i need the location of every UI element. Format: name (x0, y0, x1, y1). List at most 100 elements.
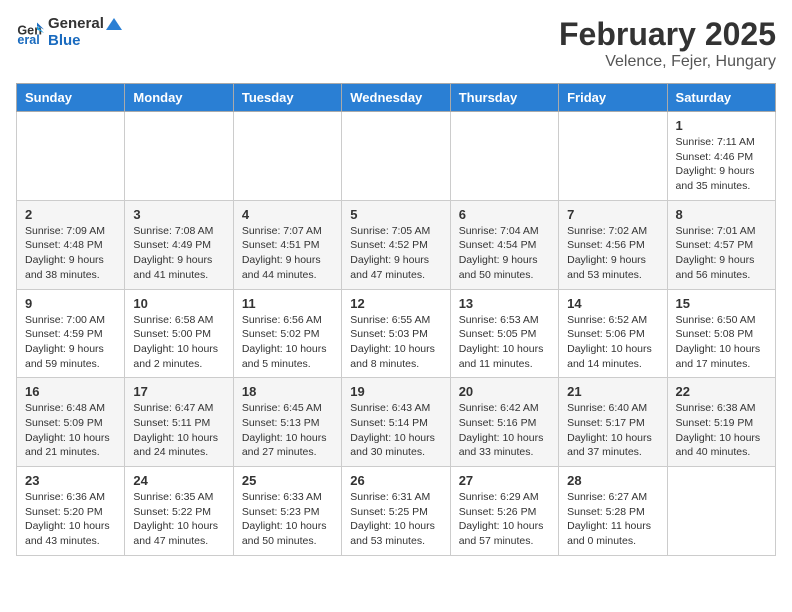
calendar-cell (667, 467, 775, 556)
svg-text:eral: eral (17, 33, 39, 47)
calendar-table: SundayMondayTuesdayWednesdayThursdayFrid… (16, 83, 776, 556)
day-info: Sunrise: 6:36 AM Sunset: 5:20 PM Dayligh… (25, 490, 116, 549)
day-number: 6 (459, 207, 550, 222)
day-info: Sunrise: 6:35 AM Sunset: 5:22 PM Dayligh… (133, 490, 224, 549)
calendar-cell: 24 Sunrise: 6:35 AM Sunset: 5:22 PM Dayli… (125, 467, 233, 556)
calendar-cell: 17 Sunrise: 6:47 AM Sunset: 5:11 PM Dayli… (125, 378, 233, 467)
day-info: Sunrise: 6:56 AM Sunset: 5:02 PM Dayligh… (242, 313, 333, 372)
day-number: 11 (242, 296, 333, 311)
day-info: Sunrise: 6:38 AM Sunset: 5:19 PM Dayligh… (676, 401, 767, 460)
calendar-cell: 26 Sunrise: 6:31 AM Sunset: 5:25 PM Dayli… (342, 467, 450, 556)
day-number: 20 (459, 384, 550, 399)
day-info: Sunrise: 7:08 AM Sunset: 4:49 PM Dayligh… (133, 224, 224, 283)
day-info: Sunrise: 6:45 AM Sunset: 5:13 PM Dayligh… (242, 401, 333, 460)
day-info: Sunrise: 6:42 AM Sunset: 5:16 PM Dayligh… (459, 401, 550, 460)
calendar-week-3: 9 Sunrise: 7:00 AM Sunset: 4:59 PM Daylig… (17, 289, 776, 378)
title-area: February 2025 Velence, Fejer, Hungary (559, 16, 776, 71)
weekday-header-tuesday: Tuesday (233, 84, 341, 112)
day-number: 10 (133, 296, 224, 311)
calendar-cell: 19 Sunrise: 6:43 AM Sunset: 5:14 PM Dayli… (342, 378, 450, 467)
day-number: 8 (676, 207, 767, 222)
day-number: 21 (567, 384, 658, 399)
day-info: Sunrise: 6:58 AM Sunset: 5:00 PM Dayligh… (133, 313, 224, 372)
day-info: Sunrise: 6:27 AM Sunset: 5:28 PM Dayligh… (567, 490, 658, 549)
day-info: Sunrise: 7:01 AM Sunset: 4:57 PM Dayligh… (676, 224, 767, 283)
day-number: 9 (25, 296, 116, 311)
calendar-week-1: 1 Sunrise: 7:11 AM Sunset: 4:46 PM Daylig… (17, 112, 776, 201)
calendar-cell: 25 Sunrise: 6:33 AM Sunset: 5:23 PM Dayli… (233, 467, 341, 556)
day-number: 18 (242, 384, 333, 399)
day-info: Sunrise: 6:52 AM Sunset: 5:06 PM Dayligh… (567, 313, 658, 372)
calendar-cell: 6 Sunrise: 7:04 AM Sunset: 4:54 PM Daylig… (450, 200, 558, 289)
calendar-cell: 12 Sunrise: 6:55 AM Sunset: 5:03 PM Dayli… (342, 289, 450, 378)
day-number: 2 (25, 207, 116, 222)
calendar-cell: 20 Sunrise: 6:42 AM Sunset: 5:16 PM Dayli… (450, 378, 558, 467)
calendar-cell: 3 Sunrise: 7:08 AM Sunset: 4:49 PM Daylig… (125, 200, 233, 289)
day-number: 1 (676, 118, 767, 133)
day-number: 15 (676, 296, 767, 311)
calendar-cell: 9 Sunrise: 7:00 AM Sunset: 4:59 PM Daylig… (17, 289, 125, 378)
day-info: Sunrise: 6:48 AM Sunset: 5:09 PM Dayligh… (25, 401, 116, 460)
calendar-cell (125, 112, 233, 201)
day-number: 25 (242, 473, 333, 488)
calendar-cell: 28 Sunrise: 6:27 AM Sunset: 5:28 PM Dayli… (559, 467, 667, 556)
logo-line2: Blue (48, 33, 124, 50)
day-number: 27 (459, 473, 550, 488)
day-number: 14 (567, 296, 658, 311)
weekday-header-saturday: Saturday (667, 84, 775, 112)
day-number: 28 (567, 473, 658, 488)
calendar-cell: 16Sunrise: 6:48 AM Sunset: 5:09 PM Dayli… (17, 378, 125, 467)
calendar-cell: 18 Sunrise: 6:45 AM Sunset: 5:13 PM Dayli… (233, 378, 341, 467)
calendar-week-4: 16Sunrise: 6:48 AM Sunset: 5:09 PM Dayli… (17, 378, 776, 467)
day-info: Sunrise: 7:09 AM Sunset: 4:48 PM Dayligh… (25, 224, 116, 283)
day-info: Sunrise: 6:29 AM Sunset: 5:26 PM Dayligh… (459, 490, 550, 549)
calendar-cell: 11 Sunrise: 6:56 AM Sunset: 5:02 PM Dayli… (233, 289, 341, 378)
location-subtitle: Velence, Fejer, Hungary (559, 53, 776, 71)
page-header: Gen eral General Blue February 2025 Vele… (16, 16, 776, 71)
day-number: 3 (133, 207, 224, 222)
weekday-header-sunday: Sunday (17, 84, 125, 112)
calendar-cell: 4 Sunrise: 7:07 AM Sunset: 4:51 PM Daylig… (233, 200, 341, 289)
logo: Gen eral General Blue (16, 16, 124, 49)
calendar-cell: 2 Sunrise: 7:09 AM Sunset: 4:48 PM Daylig… (17, 200, 125, 289)
calendar-cell: 10 Sunrise: 6:58 AM Sunset: 5:00 PM Dayli… (125, 289, 233, 378)
day-number: 22 (676, 384, 767, 399)
calendar-cell: 5 Sunrise: 7:05 AM Sunset: 4:52 PM Daylig… (342, 200, 450, 289)
calendar-week-5: 23 Sunrise: 6:36 AM Sunset: 5:20 PM Dayli… (17, 467, 776, 556)
calendar-week-2: 2 Sunrise: 7:09 AM Sunset: 4:48 PM Daylig… (17, 200, 776, 289)
calendar-cell (233, 112, 341, 201)
day-info: Sunrise: 6:53 AM Sunset: 5:05 PM Dayligh… (459, 313, 550, 372)
logo-line1: General (48, 16, 124, 33)
day-info: Sunrise: 6:55 AM Sunset: 5:03 PM Dayligh… (350, 313, 441, 372)
day-info: Sunrise: 6:31 AM Sunset: 5:25 PM Dayligh… (350, 490, 441, 549)
calendar-cell: 14 Sunrise: 6:52 AM Sunset: 5:06 PM Dayli… (559, 289, 667, 378)
day-number: 12 (350, 296, 441, 311)
calendar-cell: 13Sunrise: 6:53 AM Sunset: 5:05 PM Dayli… (450, 289, 558, 378)
calendar-cell: 7Sunrise: 7:02 AM Sunset: 4:56 PM Daylig… (559, 200, 667, 289)
day-info: Sunrise: 7:11 AM Sunset: 4:46 PM Dayligh… (676, 135, 767, 194)
day-number: 5 (350, 207, 441, 222)
month-title: February 2025 (559, 16, 776, 53)
day-number: 24 (133, 473, 224, 488)
day-info: Sunrise: 6:33 AM Sunset: 5:23 PM Dayligh… (242, 490, 333, 549)
day-info: Sunrise: 7:04 AM Sunset: 4:54 PM Dayligh… (459, 224, 550, 283)
calendar-cell: 21Sunrise: 6:40 AM Sunset: 5:17 PM Dayli… (559, 378, 667, 467)
weekday-header-monday: Monday (125, 84, 233, 112)
day-info: Sunrise: 7:05 AM Sunset: 4:52 PM Dayligh… (350, 224, 441, 283)
calendar-cell: 22 Sunrise: 6:38 AM Sunset: 5:19 PM Dayli… (667, 378, 775, 467)
calendar-cell: 15Sunrise: 6:50 AM Sunset: 5:08 PM Dayli… (667, 289, 775, 378)
weekday-header-thursday: Thursday (450, 84, 558, 112)
day-number: 19 (350, 384, 441, 399)
weekday-header-friday: Friday (559, 84, 667, 112)
weekday-header-wednesday: Wednesday (342, 84, 450, 112)
day-info: Sunrise: 6:43 AM Sunset: 5:14 PM Dayligh… (350, 401, 441, 460)
logo-icon: Gen eral (16, 19, 44, 47)
day-info: Sunrise: 6:47 AM Sunset: 5:11 PM Dayligh… (133, 401, 224, 460)
day-number: 17 (133, 384, 224, 399)
day-number: 4 (242, 207, 333, 222)
day-info: Sunrise: 7:00 AM Sunset: 4:59 PM Dayligh… (25, 313, 116, 372)
day-info: Sunrise: 7:02 AM Sunset: 4:56 PM Dayligh… (567, 224, 658, 283)
day-number: 23 (25, 473, 116, 488)
day-info: Sunrise: 7:07 AM Sunset: 4:51 PM Dayligh… (242, 224, 333, 283)
day-number: 26 (350, 473, 441, 488)
